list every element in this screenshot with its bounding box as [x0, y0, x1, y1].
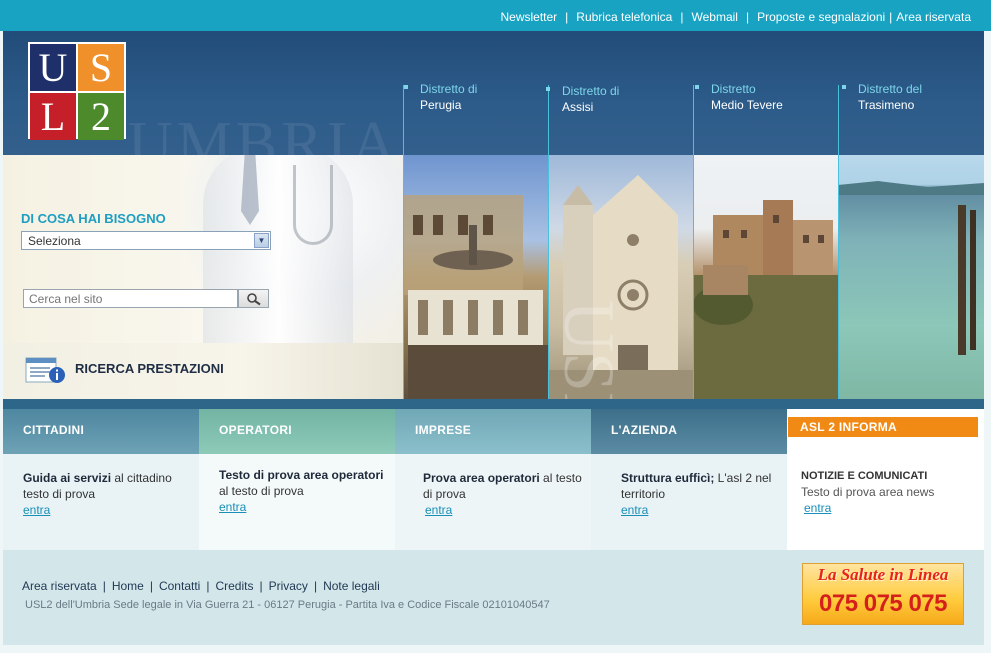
- footer-link-note-legali[interactable]: Note legali: [323, 579, 380, 593]
- finder-panel: DI COSA HAI BISOGNO Seleziona ▼: [3, 155, 403, 343]
- photo-trasimeno[interactable]: [838, 155, 984, 399]
- district-medio-tevere[interactable]: Distretto Medio Tevere: [695, 81, 851, 113]
- tab-asl2-informa[interactable]: ASL 2 INFORMA: [787, 409, 984, 454]
- banner-phone-number: 075 075 075: [819, 590, 947, 617]
- photo-divider: [403, 155, 404, 399]
- top-nav-newsletter[interactable]: Newsletter: [500, 10, 557, 24]
- logo-letter-s: S: [78, 44, 124, 91]
- footer-link-credits[interactable]: Credits: [215, 579, 253, 593]
- banner-title: La Salute in Linea: [817, 565, 949, 584]
- district-pin-icon: [404, 85, 408, 89]
- column-operatori: Testo di prova area operatori al testo d…: [199, 454, 395, 550]
- logo-letter-u: U: [30, 44, 76, 91]
- footer-link-home[interactable]: Home: [112, 579, 144, 593]
- tab-azienda[interactable]: L'AZIENDA: [591, 409, 787, 454]
- top-nav-area-riservata[interactable]: Area riservata: [896, 10, 971, 24]
- medio-tevere-town-image: [693, 200, 838, 399]
- photo-perugia[interactable]: [403, 155, 548, 399]
- top-bar: Newsletter | Rubrica telefonica | Webmail | Pr…: [0, 0, 991, 31]
- district-medio-tevere-line2: Medio Tevere: [711, 98, 783, 112]
- district-trasimeno-line1: Distretto del: [858, 82, 923, 96]
- column-azienda-title: Struttura eufficì;: [621, 471, 715, 485]
- info-document-icon: [25, 357, 65, 383]
- column-cittadini-link[interactable]: entra: [23, 502, 199, 518]
- district-line: [693, 85, 694, 155]
- tab-imprese[interactable]: IMPRESE: [395, 409, 591, 454]
- search-input[interactable]: [23, 289, 238, 308]
- district-perugia-line2: Perugia: [420, 98, 462, 112]
- need-label: DI COSA HAI BISOGNO: [21, 211, 166, 226]
- column-cittadini-title: Guida ai servizi: [23, 471, 112, 485]
- column-imprese-title: Prova area operatori: [423, 471, 540, 485]
- district-medio-tevere-line1: Distretto: [711, 82, 756, 96]
- column-operatori-link[interactable]: entra: [219, 499, 395, 515]
- footer-address: USL2 dell'Umbria Sede legale in Via Guer…: [25, 599, 550, 611]
- bottom-strip: [0, 645, 991, 653]
- district-perugia[interactable]: Distretto di Perugia: [404, 81, 560, 113]
- logo-letter-l: L: [30, 93, 76, 140]
- column-azienda: Struttura eufficì; L'asl 2 nel territori…: [591, 454, 787, 550]
- district-pin-icon: [842, 85, 846, 89]
- photo-divider: [693, 155, 694, 399]
- column-cittadini: Guida ai servizi al cittadino testo di p…: [3, 454, 199, 550]
- need-select[interactable]: Seleziona ▼: [21, 231, 271, 250]
- trasimeno-lake-image: [838, 181, 984, 355]
- column-imprese-link[interactable]: entra: [423, 502, 591, 518]
- district-line: [403, 85, 404, 155]
- footer-link-contatti[interactable]: Contatti: [159, 579, 200, 593]
- district-perugia-line1: Distretto di: [420, 82, 478, 96]
- footer-link-area-riservata[interactable]: Area riservata: [22, 579, 97, 593]
- column-news-link[interactable]: entra: [801, 500, 984, 516]
- column-operatori-title: Testo di prova area operatori: [219, 468, 384, 482]
- tab-cittadini[interactable]: CITTADINI: [3, 409, 199, 454]
- district-pin-icon: [695, 85, 699, 89]
- top-nav-webmail[interactable]: Webmail: [691, 10, 737, 24]
- district-pin-icon: [546, 87, 550, 91]
- umbria-watermark: UMBRIA: [128, 110, 401, 155]
- column-asl2-informa: NOTIZIE E COMUNICATI Testo di prova area…: [787, 454, 984, 550]
- column-news-title: NOTIZIE E COMUNICATI: [801, 470, 928, 482]
- ricerca-prestazioni-label: RICERCA PRESTAZIONI: [75, 361, 224, 376]
- footer-link-privacy[interactable]: Privacy: [269, 579, 308, 593]
- header: UMBRIA U S L 2 Distretto di Perugia Dist…: [3, 31, 984, 155]
- district-trasimeno[interactable]: Distretto del Trasimeno: [842, 81, 984, 113]
- district-assisi-line2: Assisi: [562, 100, 594, 114]
- photo-medio-tevere[interactable]: [693, 155, 838, 399]
- usl2-logo[interactable]: U S L 2: [28, 42, 126, 140]
- ricerca-prestazioni[interactable]: RICERCA PRESTAZIONI: [3, 343, 403, 399]
- column-news-text: Testo di prova area news: [801, 485, 935, 499]
- footer: Area riservata | Home | Contatti | Credits | Pri…: [3, 550, 984, 645]
- district-trasimeno-line2: Trasimeno: [858, 98, 915, 112]
- perugia-fountain-image: [403, 195, 548, 399]
- district-line: [548, 85, 549, 155]
- district-assisi-line1: Distretto di: [562, 84, 620, 98]
- top-nav-rubrica[interactable]: Rubrica telefonica: [576, 10, 672, 24]
- footer-links: Area riservata | Home | Contatti | Credits | Pri…: [22, 579, 380, 593]
- search-button[interactable]: [238, 289, 269, 308]
- district-assisi[interactable]: Distretto di Assisi: [546, 83, 702, 115]
- salute-in-linea-banner[interactable]: La Salute in Linea 075 075 075: [802, 563, 964, 625]
- column-operatori-text: al testo di prova: [219, 484, 304, 498]
- photo-divider: [838, 155, 839, 399]
- district-line: [838, 85, 839, 155]
- tab-bar: [3, 399, 984, 409]
- search-icon: [246, 292, 261, 305]
- top-nav: Newsletter | Rubrica telefonica | Webmail | Pr…: [500, 10, 971, 24]
- top-nav-proposte[interactable]: Proposte e segnalazioni: [757, 10, 885, 24]
- tab-asl2-informa-label: ASL 2 INFORMA: [788, 417, 978, 437]
- logo-letter-2: 2: [78, 93, 124, 140]
- column-azienda-link[interactable]: entra: [621, 502, 787, 518]
- stethoscope-image: [293, 165, 333, 245]
- column-imprese: Prova area operatori al testo di prova e…: [395, 454, 591, 550]
- chevron-down-icon[interactable]: ▼: [254, 233, 269, 248]
- need-select-value: Seleziona: [28, 234, 81, 248]
- tab-operatori[interactable]: OPERATORI: [199, 409, 395, 454]
